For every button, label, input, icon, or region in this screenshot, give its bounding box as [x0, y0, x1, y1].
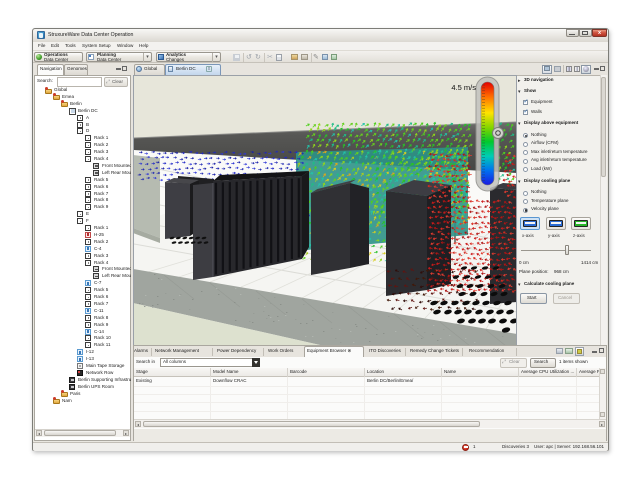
- svg-text:4.5 m/s: 4.5 m/s: [451, 83, 476, 92]
